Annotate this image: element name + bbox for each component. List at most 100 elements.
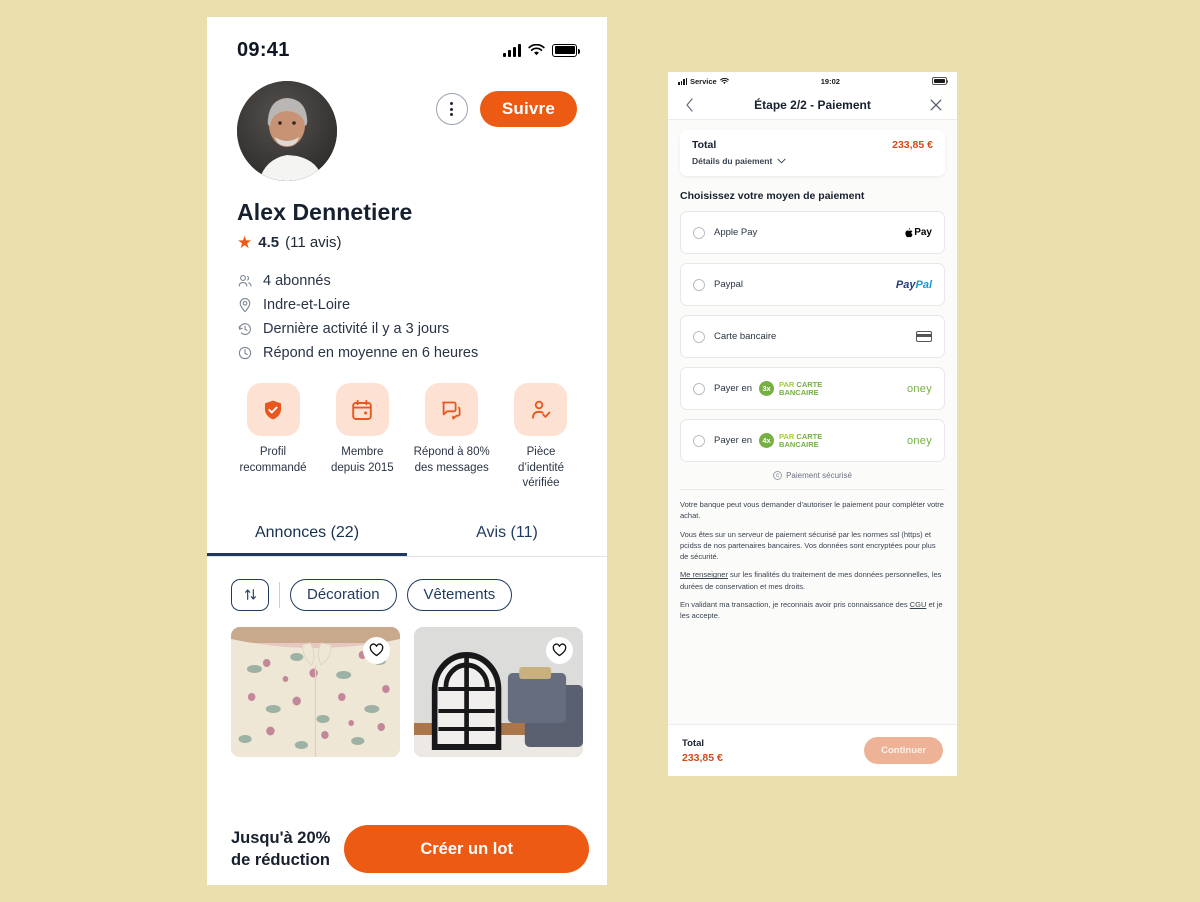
secure-payment-note: c Paiement sécurisé bbox=[680, 471, 945, 480]
rating[interactable]: ★ 4.5 (11 avis) bbox=[237, 234, 577, 251]
profile-info-list: 4 abonnés Indre-et-Loire Dernière activi… bbox=[237, 273, 577, 361]
history-clock-icon bbox=[238, 323, 251, 335]
legal-paragraph-with-link[interactable]: Me renseigner sur les finalités du trait… bbox=[680, 569, 945, 592]
favorite-button[interactable] bbox=[363, 636, 390, 664]
more-options-button[interactable] bbox=[435, 93, 468, 125]
listing-card-mirror[interactable] bbox=[414, 626, 583, 757]
profile-header: Suivre bbox=[207, 69, 607, 181]
listings-grid bbox=[207, 626, 607, 757]
credit-card-icon bbox=[916, 331, 932, 342]
order-total-amount: 233,85 € bbox=[892, 139, 933, 151]
badge-label-line: vérifiée bbox=[522, 477, 560, 490]
paypal-text-2: Pal bbox=[915, 278, 932, 291]
chevron-down-icon bbox=[777, 158, 786, 164]
legal-link-renseigner[interactable]: Me renseigner bbox=[680, 570, 728, 579]
filter-bar: Décoration Vêtements bbox=[207, 557, 607, 627]
payment-option-label: Apple Pay bbox=[714, 227, 758, 238]
payment-details-label: Détails du paiement bbox=[692, 156, 773, 166]
rating-value: 4.5 bbox=[258, 234, 280, 251]
info-row-label: Répond en moyenne en 6 heures bbox=[263, 345, 479, 361]
battery-icon bbox=[931, 77, 949, 85]
payment-footer: Total 233,85 € Continuer bbox=[668, 724, 957, 776]
wifi-icon bbox=[528, 43, 545, 55]
payment-logo bbox=[916, 331, 932, 342]
tab-annonces[interactable]: Annonces (22) bbox=[207, 512, 407, 556]
radio-button[interactable] bbox=[693, 226, 705, 239]
radio-button[interactable] bbox=[693, 330, 705, 343]
badge-icon-wrap bbox=[425, 383, 479, 436]
oney-tagline-line2: BANCAIRE bbox=[779, 387, 819, 397]
payment-option-label: Payer en bbox=[714, 435, 753, 446]
heart-outline-icon bbox=[552, 643, 567, 657]
bottom-action-bar: Jusqu'à 20% de réduction Créer un lot bbox=[207, 813, 607, 885]
follow-button[interactable]: Suivre bbox=[479, 91, 577, 127]
legal-cgu-pre: En validant ma transaction, je reconnais… bbox=[680, 599, 910, 609]
secure-payment-label: Paiement sécurisé bbox=[786, 471, 852, 480]
chat-bubbles-icon bbox=[441, 401, 461, 420]
close-icon bbox=[930, 99, 942, 110]
dot bbox=[450, 113, 454, 116]
favorite-button[interactable] bbox=[546, 636, 573, 664]
seller-profile-screen: 09:41 Suivre Alex Dennetiere ★ 4.5 (11 a… bbox=[207, 17, 607, 885]
promo-line: Jusqu'à 20% bbox=[231, 828, 331, 847]
info-row-label: Indre-et-Loire bbox=[263, 297, 351, 313]
payment-body: Total 233,85 € Détails du paiement Chois… bbox=[668, 120, 957, 621]
oney-tagline-line2: BANCAIRE bbox=[779, 439, 819, 449]
users-icon bbox=[238, 275, 252, 287]
clock-icon bbox=[238, 346, 252, 360]
back-button[interactable] bbox=[680, 97, 698, 112]
footer-total-label: Total bbox=[682, 737, 704, 749]
wifi-icon bbox=[719, 77, 729, 84]
badge-label: Membre depuis 2015 bbox=[320, 445, 404, 476]
avatar-illustration bbox=[237, 81, 337, 181]
filter-chip-decoration[interactable]: Décoration bbox=[290, 578, 397, 611]
cellular-bars-icon bbox=[678, 77, 687, 85]
apple-pay-logo: Pay bbox=[905, 227, 932, 238]
continue-button[interactable]: Continuer bbox=[864, 737, 943, 764]
payment-option-oney-4x[interactable]: Payer en 4x PAR CARTE BANCAIRE oney bbox=[680, 419, 945, 462]
rating-count: (11 avis) bbox=[285, 234, 342, 251]
shield-secure-icon: c bbox=[773, 471, 783, 480]
oney-logo: oney bbox=[906, 434, 932, 447]
payment-details-toggle[interactable]: Détails du paiement bbox=[692, 156, 933, 166]
radio-button[interactable] bbox=[693, 434, 705, 447]
radio-button[interactable] bbox=[693, 278, 705, 291]
status-bar-time: 09:41 bbox=[237, 38, 290, 61]
payment-option-oney-3x[interactable]: Payer en 3x PAR CARTE BANCAIRE oney bbox=[680, 367, 945, 410]
sort-button[interactable] bbox=[231, 578, 269, 611]
close-button[interactable] bbox=[927, 99, 945, 111]
oney-logo: oney bbox=[906, 382, 932, 395]
payment-logo: PayPal bbox=[896, 279, 932, 291]
legal-link-cgu[interactable]: CGU bbox=[910, 600, 927, 609]
radio-button[interactable] bbox=[693, 382, 705, 395]
promo-text: Jusqu'à 20% de réduction bbox=[231, 827, 330, 872]
status-bar-icons bbox=[503, 43, 580, 57]
badge-label-line: des messages bbox=[414, 461, 489, 474]
listing-card-shirt[interactable] bbox=[231, 626, 400, 757]
promo-line: de réduction bbox=[231, 851, 331, 869]
dot bbox=[450, 107, 454, 111]
badge-label-line: Pièce bbox=[526, 446, 556, 458]
avatar[interactable] bbox=[237, 81, 337, 181]
badge-label-line: depuis 2015 bbox=[330, 461, 394, 474]
payment-option-carte-bancaire[interactable]: Carte bancaire bbox=[680, 315, 945, 358]
payment-section-title: Choisissez votre moyen de paiement bbox=[680, 190, 865, 202]
payment-option-apple-pay[interactable]: Apple Pay Pay bbox=[680, 211, 945, 254]
info-row-followers: 4 abonnés bbox=[237, 273, 577, 289]
apple-icon bbox=[905, 227, 913, 237]
user-verified-icon bbox=[532, 400, 551, 419]
filter-chip-vetements[interactable]: Vêtements bbox=[406, 578, 513, 611]
create-bundle-button[interactable]: Créer un lot bbox=[344, 825, 589, 873]
badge-label-line: Répond à 80% bbox=[413, 446, 490, 458]
status-bar: Service 19:02 bbox=[668, 72, 957, 90]
oney-installments: 3x bbox=[759, 381, 775, 396]
shield-check-icon bbox=[265, 400, 281, 419]
status-bar-time: 19:02 bbox=[820, 76, 840, 86]
tab-avis[interactable]: Avis (11) bbox=[407, 512, 607, 556]
cellular-bars-icon bbox=[503, 43, 521, 57]
order-total-card: Total 233,85 € Détails du paiement bbox=[680, 130, 945, 176]
payment-option-paypal[interactable]: Paypal PayPal bbox=[680, 263, 945, 306]
location-pin-icon bbox=[239, 298, 251, 313]
payment-screen: Service 19:02 Étape 2/2 - Paiement Total bbox=[668, 72, 957, 776]
apple-pay-text: Pay bbox=[914, 227, 932, 238]
